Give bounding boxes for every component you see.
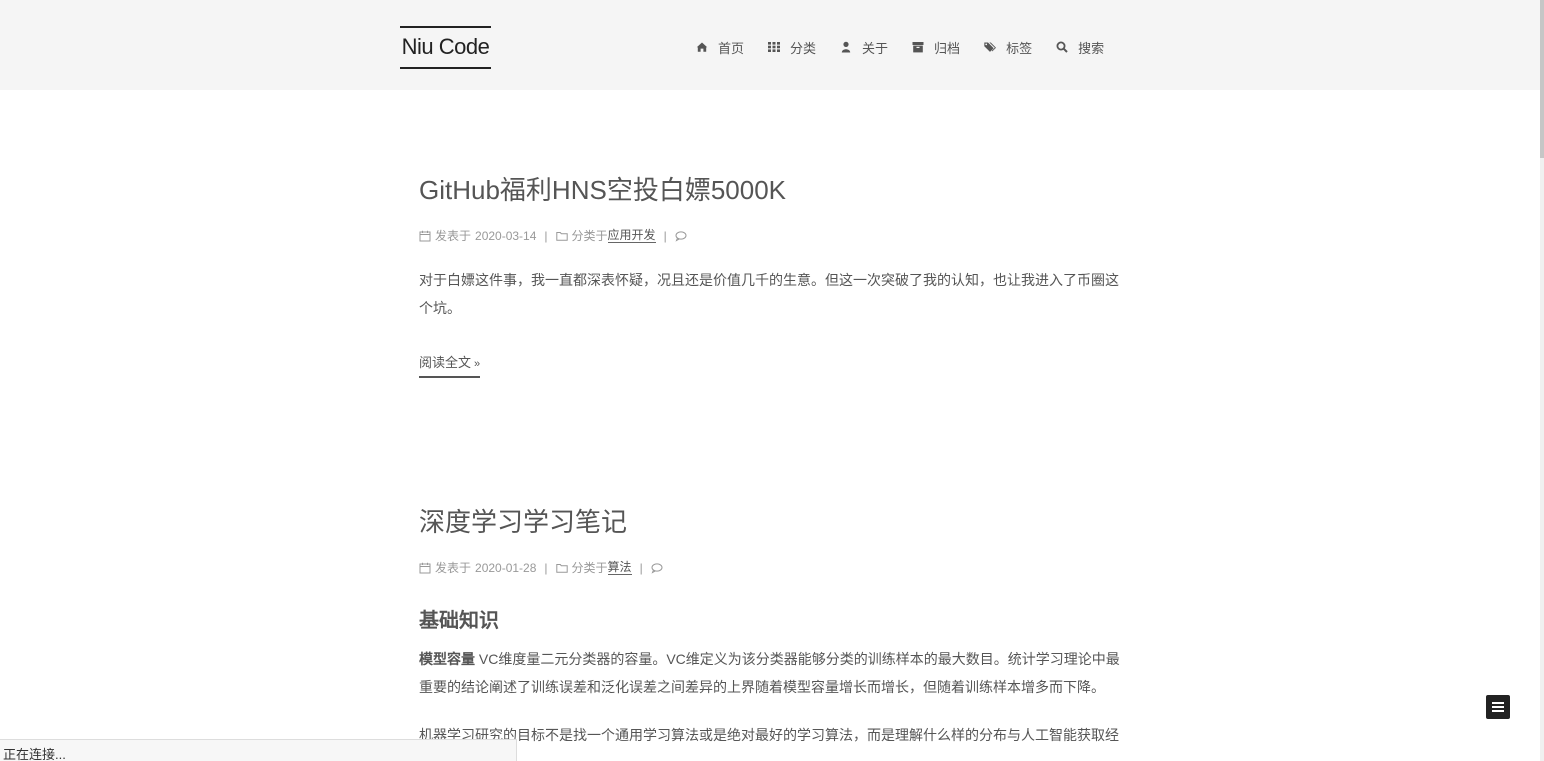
menu-icon-bar: [1492, 710, 1504, 712]
nav-item-label: 分类: [790, 40, 817, 56]
nav-item-label: 关于: [862, 40, 889, 56]
calendar-icon: [419, 562, 431, 574]
scrollbar-thumb[interactable]: [1540, 0, 1544, 158]
nav-item-label: 归档: [934, 40, 961, 56]
post-category-link[interactable]: 算法: [607, 560, 632, 575]
post-excerpt: 对于白嫖这件事，我一直都深表怀疑，况且还是价值几千的生意。但这一次突破了我的认知…: [419, 272, 1119, 316]
nav-item-home[interactable]: 首页: [696, 37, 744, 57]
grid-icon: [768, 41, 781, 53]
menu-icon-bar: [1492, 706, 1504, 708]
nav-item-label: 首页: [718, 40, 745, 56]
nav-item-search[interactable]: 搜索: [1056, 37, 1104, 57]
nav-item-archive[interactable]: 归档: [912, 37, 960, 57]
site-logo[interactable]: Niu Code: [400, 26, 491, 69]
post-paragraph: 机器学习研究的目标不是找一个通用学习算法或是绝对最好的学习算法，而是理解什么样的…: [419, 727, 1119, 743]
post-paragraph: 模型容量 VC维度量二元分类器的容量。VC维定义为该分类器能够分类的训练样本的最…: [419, 645, 1121, 701]
home-icon: [696, 41, 708, 53]
nav-item-about[interactable]: 关于: [840, 37, 888, 57]
post-title[interactable]: 深度学习学习笔记: [419, 502, 1121, 539]
posted-prefix: 发表于: [435, 561, 472, 575]
browser-status-bar: 正在连接...: [0, 739, 517, 761]
site-logo-text: Niu Code: [401, 34, 490, 59]
section-heading: 基础知识: [419, 610, 499, 632]
post-date: 2020-01-28: [475, 560, 537, 575]
user-icon: [840, 41, 852, 53]
tags-icon: [984, 41, 997, 53]
nav-item-tags[interactable]: 标签: [984, 37, 1032, 57]
category-prefix: 分类于: [571, 561, 608, 575]
menu-icon-bar: [1492, 702, 1504, 704]
page-scrollbar[interactable]: [1540, 0, 1544, 761]
read-more-link[interactable]: 阅读全文»: [419, 352, 481, 378]
status-text: 正在连接...: [3, 747, 66, 761]
posted-prefix: 发表于: [435, 229, 472, 243]
nav-item-categories[interactable]: 分类: [768, 37, 816, 57]
post-category-link[interactable]: 应用开发: [607, 228, 656, 243]
post-date: 2020-03-14: [475, 228, 537, 243]
folder-icon: [555, 562, 568, 574]
read-more-label: 阅读全文: [419, 355, 472, 370]
category-prefix: 分类于: [571, 229, 608, 243]
bold-term: 模型容量: [419, 651, 475, 667]
post-item: 深度学习学习笔记 发表于 2020-01-28 | 分类于 算法 | 基础知识 …: [419, 502, 1121, 749]
meta-separator: |: [544, 228, 548, 243]
post-item: GitHub福利HNS空投白嫖5000K 发表于 2020-03-14 | 分类…: [419, 170, 1121, 378]
archive-icon: [912, 41, 924, 53]
meta-separator: |: [639, 560, 643, 575]
nav-item-label: 搜索: [1078, 40, 1105, 56]
nav-item-label: 标签: [1006, 40, 1033, 56]
post-meta: 发表于 2020-03-14 | 分类于 应用开发 |: [419, 227, 1121, 244]
search-icon: [1056, 41, 1068, 53]
calendar-icon: [419, 230, 431, 242]
main-nav: 首页 分类 关于 归档 标签 搜索: [696, 37, 1104, 57]
paragraph-text: VC维度量二元分类器的容量。VC维定义为该分类器能够分类的训练样本的最大数目。统…: [419, 651, 1120, 695]
sidebar-toggle-button[interactable]: [1486, 695, 1510, 719]
comment-icon[interactable]: [675, 230, 687, 242]
meta-separator: |: [544, 560, 548, 575]
read-more-arrow: »: [474, 358, 481, 370]
meta-separator: |: [663, 228, 667, 243]
comment-icon[interactable]: [651, 562, 663, 574]
post-title[interactable]: GitHub福利HNS空投白嫖5000K: [419, 170, 1121, 207]
post-meta: 发表于 2020-01-28 | 分类于 算法 |: [419, 559, 1121, 576]
folder-icon: [555, 230, 568, 242]
site-header: Niu Code 首页 分类 关于 归档 标签 搜索: [0, 0, 1544, 90]
